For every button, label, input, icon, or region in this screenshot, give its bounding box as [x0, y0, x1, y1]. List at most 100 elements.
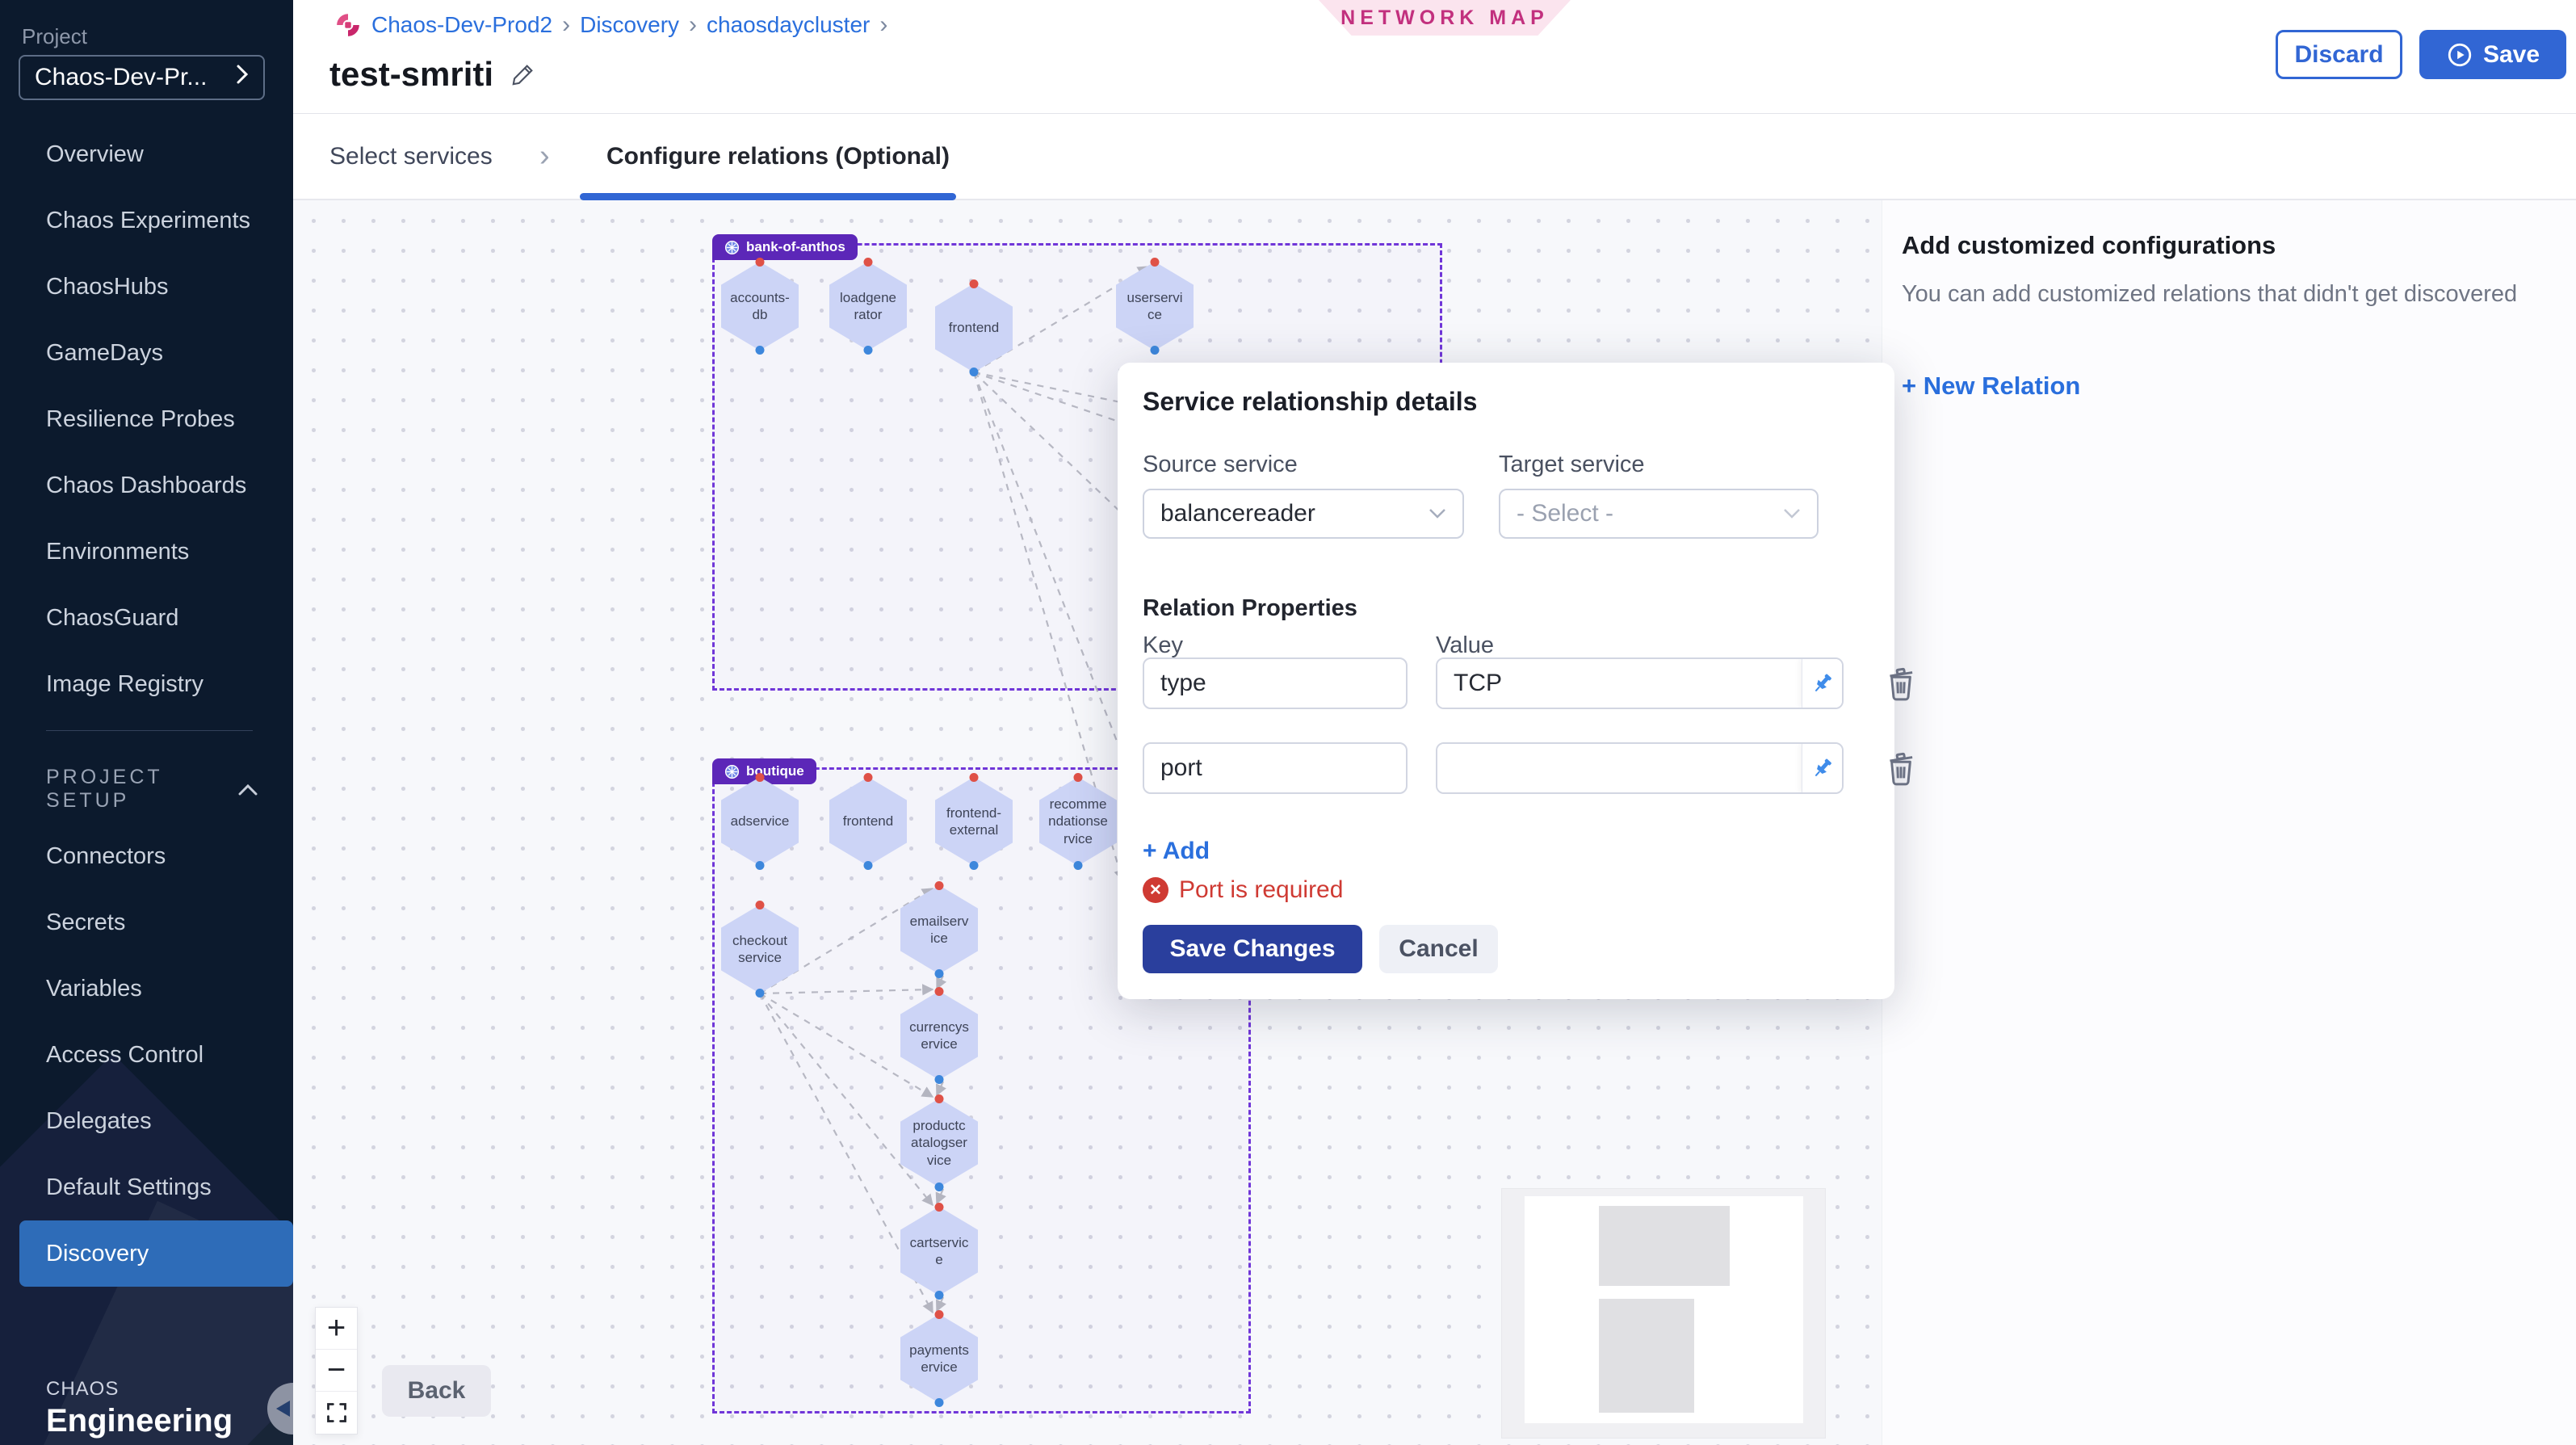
source-service-select[interactable]: balancereader: [1143, 489, 1464, 539]
chaos-logo-icon: [334, 11, 362, 39]
brand-logo: CHAOS Engineering: [46, 1378, 233, 1439]
minimap-cluster-rect: [1599, 1299, 1694, 1413]
key-input-port[interactable]: [1143, 742, 1408, 794]
pin-icon[interactable]: [1802, 744, 1842, 792]
service-node-frontend-external[interactable]: frontend-external: [935, 777, 1013, 866]
ingress-port-dot: [935, 881, 944, 890]
value-input-type[interactable]: [1437, 659, 1802, 708]
target-service-select[interactable]: - Select -: [1499, 489, 1819, 539]
back-button[interactable]: Back: [382, 1365, 491, 1417]
service-node-cartservice[interactable]: cartservice: [900, 1207, 978, 1296]
service-node-productcatalogservice[interactable]: productcatalogservice: [900, 1098, 978, 1187]
service-node-label: paymentservice: [900, 1314, 978, 1403]
sidebar: Project Chaos-Dev-Pr... OverviewChaos Ex…: [0, 0, 293, 1445]
service-node-userservice[interactable]: userservice: [1116, 262, 1194, 351]
ingress-port-dot: [864, 773, 873, 782]
sidebar-section-label: PROJECT SETUP: [46, 766, 238, 813]
egress-port-dot: [970, 368, 979, 376]
ingress-port-dot: [935, 1310, 944, 1319]
sidebar-item-chaos-experiments[interactable]: Chaos Experiments: [0, 187, 293, 254]
discard-button[interactable]: Discard: [2276, 30, 2402, 79]
value-input-group: [1436, 657, 1844, 709]
sidebar-item-chaoshubs[interactable]: ChaosHubs: [0, 254, 293, 320]
sidebar-item-variables[interactable]: Variables: [0, 956, 293, 1022]
edit-pencil-icon[interactable]: [510, 61, 537, 88]
minimap[interactable]: [1502, 1189, 1825, 1438]
ingress-port-dot: [970, 279, 979, 288]
breadcrumb-link-discovery[interactable]: Discovery: [580, 12, 679, 38]
value-input-port[interactable]: [1437, 744, 1802, 792]
error-text: Port is required: [1179, 876, 1343, 904]
network-map-ribbon: NETWORK MAP: [1319, 0, 1571, 36]
sidebar-item-secrets[interactable]: Secrets: [0, 889, 293, 956]
service-relationship-modal: Service relationship details Source serv…: [1118, 363, 1894, 999]
save-button[interactable]: Save: [2419, 30, 2566, 79]
ingress-port-dot: [970, 773, 979, 782]
chevron-right-icon: [236, 64, 249, 91]
sidebar-item-connectors[interactable]: Connectors: [0, 823, 293, 889]
service-node-adservice[interactable]: adservice: [721, 777, 799, 866]
sidebar-item-chaos-dashboards[interactable]: Chaos Dashboards: [0, 452, 293, 519]
sidebar-item-overview[interactable]: Overview: [0, 121, 293, 187]
service-node-label: cartservice: [900, 1207, 978, 1296]
project-selector[interactable]: Chaos-Dev-Pr...: [19, 55, 265, 100]
egress-port-dot: [1074, 861, 1083, 870]
key-input-type[interactable]: [1143, 657, 1408, 709]
source-service-label: Source service: [1143, 452, 1298, 478]
breadcrumb: Chaos-Dev-Prod2›Discovery›chaosdaycluste…: [334, 11, 887, 39]
service-node-frontend[interactable]: frontend: [935, 284, 1013, 372]
save-changes-button[interactable]: Save Changes: [1143, 925, 1362, 973]
egress-port-dot: [756, 989, 765, 998]
sidebar-item-image-registry[interactable]: Image Registry: [0, 651, 293, 717]
pin-icon[interactable]: [1802, 659, 1842, 708]
service-node-emailservice[interactable]: emailservice: [900, 885, 978, 974]
ingress-port-dot: [864, 258, 873, 267]
tab-configure-relations[interactable]: Configure relations (Optional): [606, 114, 950, 199]
breadcrumb-link-chaos-dev-prod2[interactable]: Chaos-Dev-Prod2: [371, 12, 552, 38]
fit-view-button[interactable]: [316, 1392, 357, 1434]
sidebar-item-resilience-probes[interactable]: Resilience Probes: [0, 386, 293, 452]
panel-title: Add customized configurations: [1902, 231, 2276, 260]
sidebar-item-delegates[interactable]: Delegates: [0, 1088, 293, 1154]
sidebar-item-discovery[interactable]: Discovery: [19, 1220, 293, 1287]
service-node-label: productcatalogservice: [900, 1098, 978, 1187]
relation-property-row: [1118, 657, 1894, 709]
cancel-button[interactable]: Cancel: [1379, 925, 1498, 973]
sidebar-collapse-button[interactable]: [267, 1383, 293, 1434]
project-name: Chaos-Dev-Pr...: [35, 64, 207, 91]
chevron-up-icon: [238, 778, 258, 801]
sidebar-section-project-setup[interactable]: PROJECT SETUP: [46, 766, 258, 813]
ingress-port-dot: [1151, 258, 1160, 267]
sidebar-item-chaosguard[interactable]: ChaosGuard: [0, 585, 293, 651]
ingress-port-dot: [756, 901, 765, 909]
ingress-port-dot: [1074, 773, 1083, 782]
tab-select-services[interactable]: Select services: [329, 114, 493, 199]
delete-row-button[interactable]: [1882, 664, 1919, 704]
breadcrumb-link-chaosdaycluster[interactable]: chaosdaycluster: [707, 12, 870, 38]
new-relation-button[interactable]: + New Relation: [1902, 372, 2080, 401]
zoom-out-button[interactable]: −: [316, 1350, 357, 1392]
service-node-currencyservice[interactable]: currencyservice: [900, 991, 978, 1080]
active-tab-underline: [580, 193, 956, 200]
sidebar-item-default-settings[interactable]: Default Settings: [0, 1154, 293, 1220]
value-column-label: Value: [1436, 632, 1494, 659]
service-node-checkoutservice[interactable]: checkoutservice: [721, 905, 799, 993]
service-node-label: frontend-external: [935, 777, 1013, 866]
sidebar-item-environments[interactable]: Environments: [0, 519, 293, 585]
service-node-recommendationservice[interactable]: recommendationservice: [1039, 777, 1117, 866]
add-property-button[interactable]: + Add: [1143, 838, 1210, 865]
service-node-frontend[interactable]: frontend: [829, 777, 907, 866]
service-node-accounts-db[interactable]: accounts-db: [721, 262, 799, 351]
sidebar-item-access-control[interactable]: Access Control: [0, 1022, 293, 1088]
sidebar-item-gamedays[interactable]: GameDays: [0, 320, 293, 386]
egress-port-dot: [935, 1075, 944, 1084]
relation-properties-heading: Relation Properties: [1143, 595, 1357, 622]
ingress-port-dot: [935, 1094, 944, 1103]
zoom-in-button[interactable]: +: [316, 1308, 357, 1350]
service-node-paymentservice[interactable]: paymentservice: [900, 1314, 978, 1403]
breadcrumb-separator: ›: [879, 11, 887, 39]
egress-port-dot: [756, 346, 765, 355]
delete-row-button[interactable]: [1882, 749, 1919, 789]
service-node-loadgenerator[interactable]: loadgenerator: [829, 262, 907, 351]
main-area: Chaos-Dev-Prod2›Discovery›chaosdaycluste…: [293, 0, 2576, 1445]
